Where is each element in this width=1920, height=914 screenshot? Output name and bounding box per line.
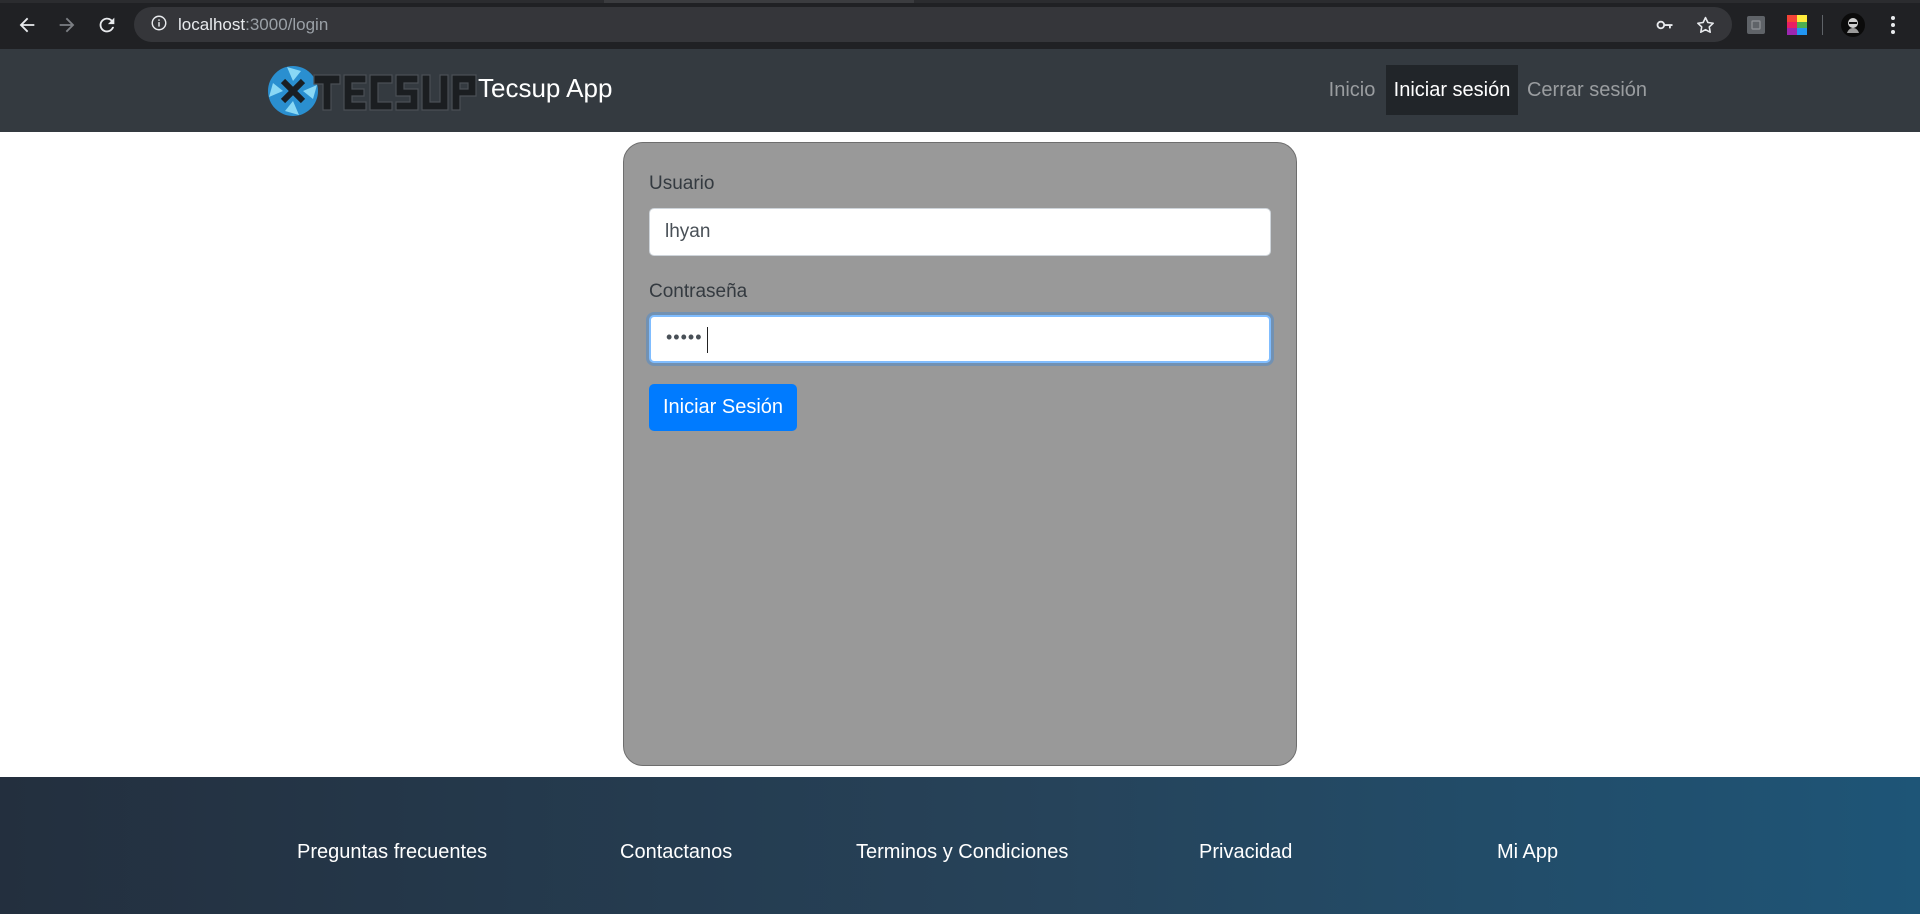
star-icon[interactable] [1690,10,1720,40]
toolbar-separator [1822,15,1823,35]
reload-icon[interactable] [92,10,122,40]
profile-avatar[interactable] [1838,10,1868,40]
username-label: Usuario [649,173,715,194]
nav-link-inicio[interactable]: Inicio [1318,65,1386,115]
kebab-menu-icon[interactable] [1878,10,1908,40]
color-palette-icon[interactable] [1782,10,1812,40]
footer-link-my-app[interactable]: Mi App [1497,840,1558,864]
password-mask: ••••• [666,327,703,347]
password-label: Contraseña [649,281,748,302]
extension-icon[interactable] [1741,10,1771,40]
tab-strip [0,0,1920,3]
address-bar[interactable] [134,7,1732,42]
footer-link-faq[interactable]: Preguntas frecuentes [297,840,487,864]
url-host: localhost [178,15,246,34]
nav-link-iniciar-sesion[interactable]: Iniciar sesión [1386,65,1518,115]
footer-link-terms[interactable]: Terminos y Condiciones [856,840,1068,864]
info-icon[interactable] [150,14,170,34]
tecsup-logo[interactable] [266,64,478,118]
nav-link-cerrar-sesion[interactable]: Cerrar sesión [1520,65,1654,115]
back-arrow-icon[interactable] [12,10,42,40]
username-input[interactable]: lhyan [649,208,1271,256]
text-caret [707,327,708,353]
footer-link-contact[interactable]: Contactanos [620,840,732,864]
url-path: :3000/login [245,15,329,34]
brand-title[interactable]: Tecsup App [478,73,612,103]
forward-arrow-icon[interactable] [52,10,82,40]
login-submit-button[interactable]: Iniciar Sesión [649,384,797,431]
key-icon[interactable] [1650,10,1680,40]
password-input[interactable]: ••••• [649,315,1271,363]
address-url[interactable]: localhost:3000/login [178,14,328,35]
username-value: lhyan [665,221,711,242]
footer-link-privacy[interactable]: Privacidad [1199,840,1292,864]
